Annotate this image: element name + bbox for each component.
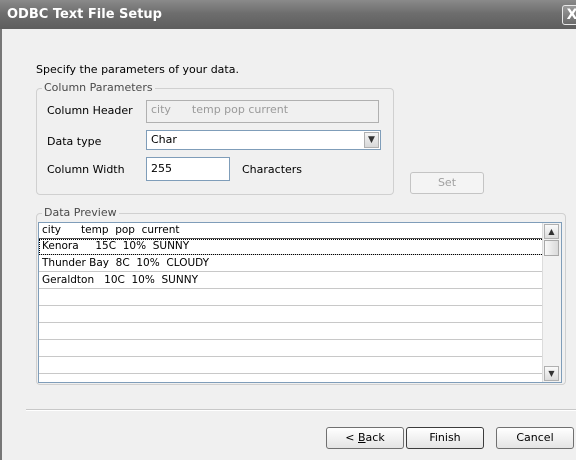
arrow-up-icon[interactable]: ▲ xyxy=(544,224,559,239)
table-row-empty xyxy=(39,341,544,357)
table-row[interactable]: Thunder Bay 8C 10% CLOUDY xyxy=(39,256,544,272)
table-row-empty xyxy=(39,358,544,374)
title-bar: ODBC Text File Setup X xyxy=(0,0,576,30)
arrow-down-icon[interactable]: ▼ xyxy=(544,366,559,381)
column-header-field[interactable]: city temp pop current xyxy=(146,100,379,123)
finish-button[interactable]: Finish xyxy=(406,427,484,449)
data-type-select[interactable]: Char ▼ xyxy=(146,130,381,150)
column-width-field[interactable]: 255 xyxy=(146,157,230,181)
chevron-down-icon[interactable]: ▼ xyxy=(364,132,379,148)
data-type-label: Data type xyxy=(47,135,102,148)
back-button-prefix: < xyxy=(345,431,358,444)
table-row-empty xyxy=(39,290,544,306)
intro-text: Specify the parameters of your data. xyxy=(36,63,239,76)
footer-separator xyxy=(26,409,576,411)
back-button[interactable]: < Back xyxy=(326,427,404,449)
scroll-thumb[interactable] xyxy=(544,240,559,256)
vertical-scrollbar[interactable]: ▲ ▼ xyxy=(542,223,561,382)
table-row[interactable]: Kenora 15C 10% SUNNY xyxy=(39,239,544,255)
cancel-button[interactable]: Cancel xyxy=(496,427,574,449)
column-width-label: Column Width xyxy=(47,163,125,176)
window-title: ODBC Text File Setup xyxy=(7,7,162,22)
column-width-unit: Characters xyxy=(242,163,303,176)
set-button[interactable]: Set xyxy=(410,172,484,194)
data-preview-legend: Data Preview xyxy=(42,206,119,219)
table-row-empty xyxy=(39,307,544,323)
close-button[interactable]: X xyxy=(562,5,576,25)
table-row[interactable]: Geraldton 10C 10% SUNNY xyxy=(39,273,544,289)
back-button-rest: ack xyxy=(365,431,385,444)
data-type-value: Char xyxy=(151,133,177,146)
preview-header-row: city temp pop current xyxy=(39,223,544,239)
table-row-empty xyxy=(39,324,544,340)
data-preview-list[interactable]: city temp pop current Kenora 15C 10% SUN… xyxy=(38,222,562,383)
column-parameters-legend: Column Parameters xyxy=(42,81,155,94)
column-header-label: Column Header xyxy=(47,104,133,117)
back-button-mnemonic: B xyxy=(358,431,366,444)
close-icon: X xyxy=(566,7,576,23)
